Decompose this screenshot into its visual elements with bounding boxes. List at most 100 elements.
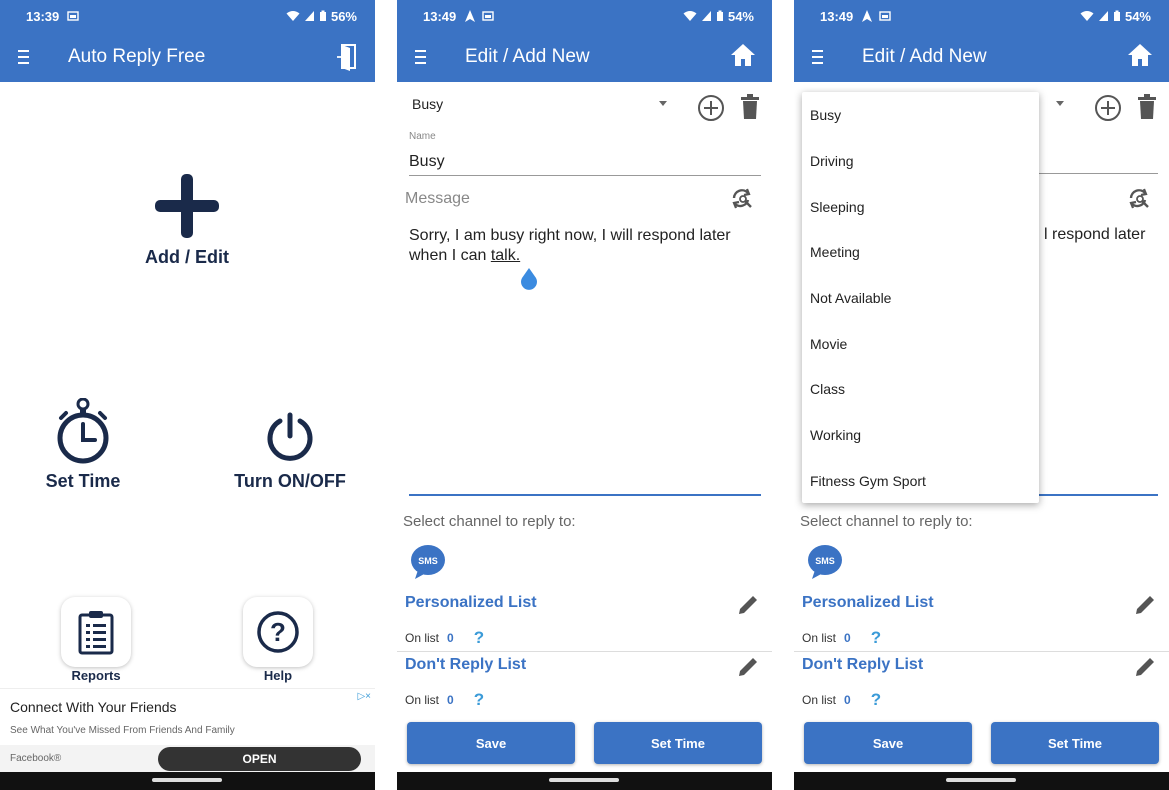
dropdown-option[interactable]: Meeting [810,244,860,260]
notification-icons [464,10,494,22]
on-list-count: 0 [844,631,851,645]
text-cursor-handle-icon[interactable] [519,266,539,290]
app-title: Edit / Add New [862,46,987,67]
help-question-icon[interactable]: ? [871,628,881,648]
dont-reply-list-title[interactable]: Don't Reply List [405,656,526,674]
section-divider [794,651,1169,652]
menu-icon[interactable] [18,50,38,64]
menu-icon[interactable] [812,50,832,64]
battery-icon [319,10,326,21]
home-gesture-pill[interactable] [549,778,619,782]
help-tile[interactable]: ? [243,597,313,667]
home-gesture-pill[interactable] [946,778,1016,782]
help-question-icon[interactable]: ? [474,690,484,710]
dropdown-arrow-icon[interactable] [1056,101,1064,106]
plus-icon [155,174,219,238]
edit-pencil-icon[interactable] [1133,593,1157,617]
status-bar: 13:49 54% [794,0,1169,32]
preset-dropdown[interactable]: Busy [412,96,443,112]
save-button[interactable]: Save [804,722,972,764]
ad-choices-icon[interactable]: ▷× [357,691,371,702]
dropdown-option[interactable]: Driving [810,153,854,169]
refresh-search-icon[interactable] [1127,187,1153,211]
dropdown-option[interactable]: Class [810,381,845,397]
personalized-list-count: On list 0 ? [802,628,881,648]
on-list-count: 0 [844,693,851,707]
edit-pencil-icon[interactable] [736,593,760,617]
dropdown-option[interactable]: Not Available [810,290,891,306]
app-title: Auto Reply Free [68,46,206,67]
home-icon[interactable] [730,43,756,67]
status-time: 13:49 [820,8,854,24]
help-circle-icon: ? [257,611,299,653]
set-time-button[interactable]: Set Time [33,397,133,492]
on-list-label: On list [802,631,837,645]
reports-tile[interactable] [61,597,131,667]
dropdown-option[interactable]: Working [810,427,861,443]
signal-icon [1098,11,1108,21]
on-list-label: On list [802,693,837,707]
nav-bar [397,772,772,790]
notification-icons [67,10,79,22]
add-circle-icon[interactable] [1094,94,1122,122]
status-right: 54% [683,9,754,24]
main-screen: 13:39 56% Auto Reply Free Add / Edit Set… [0,0,375,790]
home-gesture-pill[interactable] [152,778,222,782]
set-time-button[interactable]: Set Time [594,722,762,764]
dropdown-option[interactable]: Sleeping [810,199,865,215]
message-text-fragment: l respond later [1044,226,1146,243]
sms-label: SMS [418,556,438,566]
help-label: Help [263,668,293,683]
dropdown-option[interactable]: Movie [810,336,847,352]
wifi-icon [1080,11,1094,21]
power-icon [267,412,313,461]
dont-reply-list-title[interactable]: Don't Reply List [802,656,923,674]
name-input[interactable]: Busy [409,153,761,176]
wifi-icon [286,11,300,21]
trash-icon[interactable] [740,94,760,120]
dropdown-option[interactable]: Fitness Gym Sport [810,473,926,489]
stopwatch-icon [57,397,109,464]
help-question-icon[interactable]: ? [871,690,881,710]
turn-on-off-button[interactable]: Turn ON/OFF [225,412,355,492]
add-edit-button[interactable]: Add / Edit [137,172,237,268]
battery-icon [1113,10,1120,21]
edit-pencil-icon[interactable] [736,655,760,679]
sms-channel-icon[interactable]: SMS [410,543,446,581]
trash-icon[interactable] [1137,94,1157,120]
ad-open-button[interactable]: OPEN [158,747,361,771]
dropdown-arrow-icon[interactable] [659,101,667,106]
dont-reply-list-count: On list 0 ? [802,690,881,710]
dont-reply-list-count: On list 0 ? [405,690,484,710]
refresh-search-icon[interactable] [730,187,756,211]
set-time-button[interactable]: Set Time [991,722,1159,764]
add-circle-icon[interactable] [697,94,725,122]
home-icon[interactable] [1127,43,1153,67]
ad-banner[interactable]: ▷× Connect With Your Friends See What Yo… [0,688,375,775]
sms-channel-icon[interactable]: SMS [807,543,843,581]
svg-text:?: ? [270,617,286,647]
on-list-label: On list [405,693,440,707]
sms-label: SMS [815,556,835,566]
save-button[interactable]: Save [407,722,575,764]
turn-on-off-label: Turn ON/OFF [234,471,346,491]
add-edit-label: Add / Edit [145,247,229,267]
gallery-icon [67,11,79,21]
dropdown-option[interactable]: Busy [810,107,841,123]
nav-bar [0,772,375,790]
edit-pencil-icon[interactable] [1133,655,1157,679]
app-title: Edit / Add New [465,46,590,67]
help-question-icon[interactable]: ? [474,628,484,648]
nav-bar [794,772,1169,790]
preset-dropdown-menu: Busy Driving Sleeping Meeting Not Availa… [802,92,1039,503]
menu-icon[interactable] [415,50,435,64]
on-list-count: 0 [447,693,454,707]
battery-percent: 54% [1124,8,1151,24]
status-right: 54% [1080,9,1151,24]
ad-source: Facebook® [10,753,62,764]
personalized-list-title[interactable]: Personalized List [802,594,934,612]
personalized-list-title[interactable]: Personalized List [405,594,537,612]
gallery-icon [482,11,494,21]
message-input[interactable]: Sorry, I am busy right now, I will respo… [409,226,764,266]
exit-door-icon[interactable] [337,43,359,71]
